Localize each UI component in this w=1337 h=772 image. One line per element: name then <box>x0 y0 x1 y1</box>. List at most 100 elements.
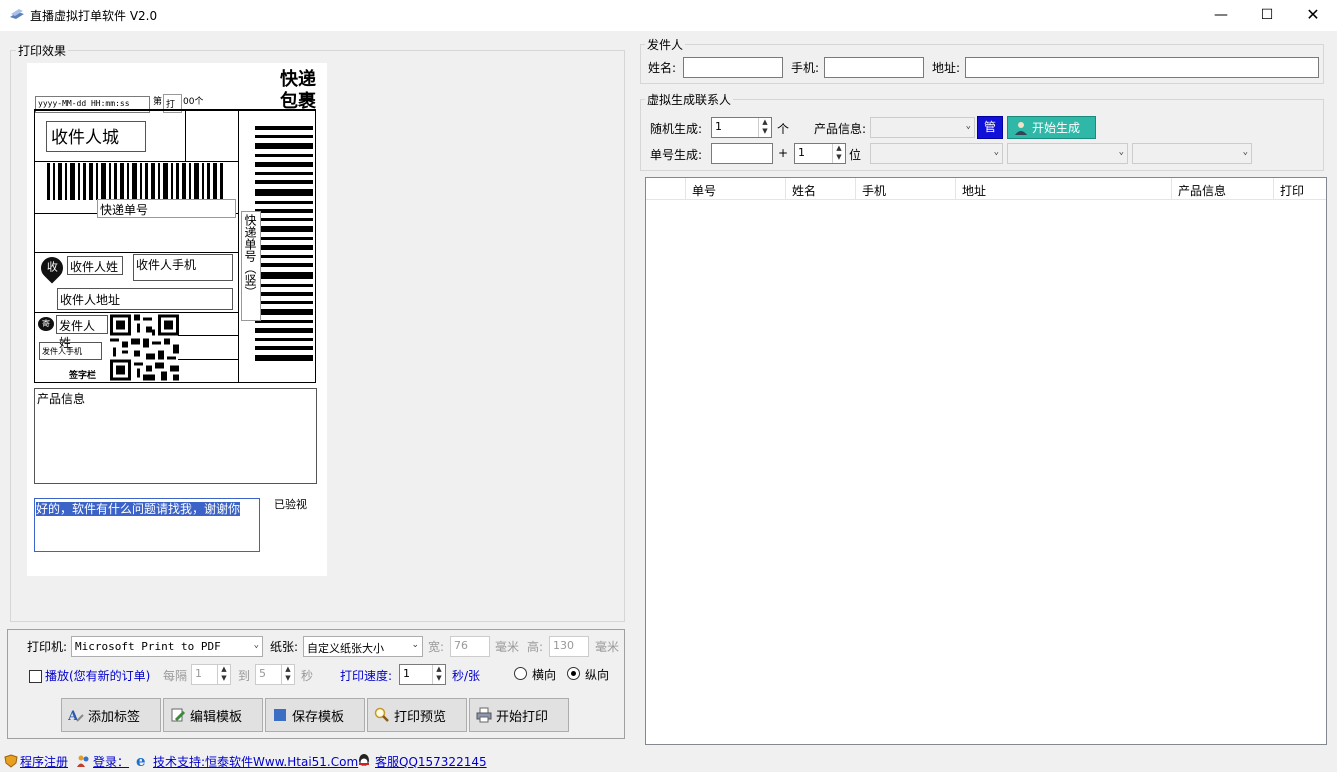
minimize-button[interactable]: — <box>1198 0 1244 31</box>
add-tag-icon: A <box>68 709 84 723</box>
shipping-label-preview: yyyy-MM-dd HH:mm:ss 第 打 00个 快递 包裹 收件人城 快… <box>27 63 327 576</box>
col-header-print[interactable]: 打印 <box>1274 178 1326 200</box>
manage-button[interactable]: 管 <box>977 116 1003 139</box>
label-tracking-vertical: 快递单号（竖） <box>241 211 261 321</box>
broadcast-checkbox[interactable] <box>29 670 42 683</box>
support-link[interactable]: 技术支持:恒泰软件Www.Htai51.Com <box>153 753 358 770</box>
window-title: 直播虚拟打单软件 V2.0 <box>30 9 158 23</box>
col-header-name[interactable]: 姓名 <box>786 178 856 200</box>
print-preview-group-label: 打印效果 <box>16 42 69 59</box>
label-product-info: 产品信息 <box>34 388 317 484</box>
sender-name-label: 姓名: <box>648 61 677 75</box>
qr-code <box>110 314 179 381</box>
print-preview-button[interactable]: 打印预览 <box>367 698 467 732</box>
print-speed-unit: 秒/张 <box>452 669 481 683</box>
label-sender-name: 发件人姓 <box>56 315 108 350</box>
print-speed-input[interactable]: 1 ▲ ▼ <box>399 664 446 685</box>
label-tracking-no: 快递单号 <box>97 199 236 218</box>
height-label: 高: <box>527 640 544 654</box>
height-input[interactable]: 130 <box>549 636 589 657</box>
sender-group-label: 发件人 <box>645 36 686 53</box>
select-3[interactable]: ⌄ <box>1132 143 1252 164</box>
sender-phone-label: 手机: <box>791 61 820 75</box>
tracking-digits-input[interactable]: 1 ▲ ▼ <box>794 143 846 164</box>
title-bar: 直播虚拟打单软件 V2.0 — ☐ ✕ <box>0 0 1337 31</box>
plus-sign: + <box>778 146 789 160</box>
printer-icon <box>476 707 492 723</box>
label-recipient-name: 收件人姓 <box>67 256 123 275</box>
width-label: 宽: <box>428 640 445 654</box>
label-message: 好的，软件有什么问题请找我，谢谢你 <box>34 498 260 552</box>
col-header-address[interactable]: 地址 <box>956 178 1172 200</box>
paper-select[interactable]: 自定义纸张大小 ⌄ <box>303 636 423 657</box>
save-template-button[interactable]: 保存模板 <box>265 698 365 732</box>
landscape-label: 横向 <box>532 668 557 682</box>
users-icon <box>77 755 89 767</box>
random-unit: 个 <box>777 122 790 136</box>
every-label: 每隔 <box>163 669 188 683</box>
sender-badge-icon: 寄 <box>38 317 54 331</box>
register-link[interactable]: 程序注册 <box>20 753 68 770</box>
to-input[interactable]: 5 ▲ ▼ <box>255 664 295 685</box>
label-print-no-prefix: 第 <box>153 97 163 107</box>
user-icon <box>1015 121 1027 135</box>
start-print-button[interactable]: 开始打印 <box>469 698 569 732</box>
width-input[interactable]: 76 <box>450 636 490 657</box>
every-input[interactable]: 1 ▲ ▼ <box>191 664 231 685</box>
portrait-label: 纵向 <box>585 668 610 682</box>
col-header-tracking[interactable]: 单号 <box>686 178 786 200</box>
virtual-group-label: 虚拟生成联系人 <box>645 91 734 108</box>
tracking-gen-label: 单号生成: <box>650 148 703 162</box>
select-2[interactable]: ⌄ <box>1007 143 1128 164</box>
sender-address-input[interactable] <box>965 57 1319 78</box>
random-count-input[interactable]: 1 ▲ ▼ <box>711 117 772 138</box>
login-link[interactable]: 登录： <box>93 753 129 770</box>
col-header-product[interactable]: 产品信息 <box>1172 178 1274 200</box>
barcode-vertical <box>255 126 313 361</box>
select-1[interactable]: ⌄ <box>870 143 1003 164</box>
col-header-phone[interactable]: 手机 <box>856 178 956 200</box>
label-recipient-address: 收件人地址 <box>57 288 233 310</box>
close-button[interactable]: ✕ <box>1290 0 1336 31</box>
label-inspected: 已验视 <box>274 498 307 511</box>
barcode-horizontal <box>47 163 223 200</box>
save-icon <box>274 709 286 721</box>
tracking-prefix-input[interactable] <box>711 143 773 164</box>
sender-name-input[interactable] <box>683 57 783 78</box>
col-header-select[interactable] <box>646 178 686 200</box>
add-tag-button[interactable]: A 添加标签 <box>61 698 161 732</box>
printer-select[interactable]: Microsoft Print to PDF ⌄ <box>71 636 263 657</box>
product-info-label: 产品信息: <box>814 122 867 136</box>
print-speed-label: 打印速度: <box>340 669 393 683</box>
app-icon <box>10 9 24 19</box>
edit-template-button[interactable]: 编辑模板 <box>163 698 263 732</box>
sender-phone-input[interactable] <box>824 57 924 78</box>
product-info-select[interactable]: ⌄ <box>870 117 975 138</box>
svg-text:e: e <box>136 753 146 768</box>
broadcast-label[interactable]: 播放(您有新的订单) <box>45 667 150 684</box>
label-recipient-city: 收件人城 <box>46 121 146 152</box>
contacts-grid[interactable]: 单号 姓名 手机 地址 产品信息 打印 <box>645 177 1327 745</box>
printer-label: 打印机: <box>27 640 68 654</box>
ie-icon: e <box>136 753 146 768</box>
portrait-radio[interactable] <box>567 667 580 680</box>
start-generate-button[interactable]: 开始生成 <box>1007 116 1096 139</box>
label-sender-phone: 发件人手机 <box>39 342 102 360</box>
edit-template-icon <box>171 708 186 722</box>
shield-icon <box>4 754 18 768</box>
label-recipient-phone: 收件人手机 <box>133 254 233 281</box>
magnifier-icon <box>374 707 389 722</box>
height-unit: 毫米 <box>595 640 620 654</box>
landscape-radio[interactable] <box>514 667 527 680</box>
random-gen-label: 随机生成: <box>650 122 703 136</box>
width-unit: 毫米 <box>495 640 520 654</box>
recipient-pin-icon: 收 <box>36 252 68 284</box>
paper-label: 纸张: <box>270 640 299 654</box>
service-qq-link[interactable]: 客服QQ157322145 <box>375 753 487 770</box>
label-print-no-suffix: 00个 <box>183 97 204 107</box>
maximize-button[interactable]: ☐ <box>1244 0 1290 31</box>
status-bar: 程序注册 登录： e 技术支持:恒泰软件Www.Htai51.Com 客服QQ1… <box>0 750 1337 772</box>
sender-address-label: 地址: <box>932 61 961 75</box>
to-label: 到 <box>238 669 251 683</box>
qq-icon <box>359 754 369 766</box>
